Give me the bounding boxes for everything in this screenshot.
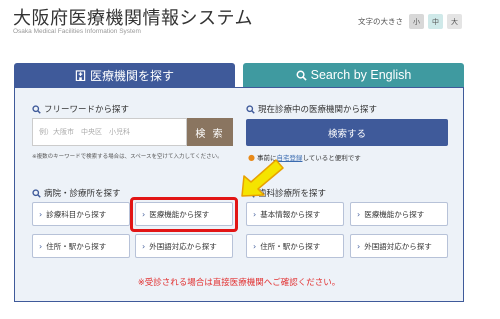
dental-by-address-button[interactable]: › 住所・駅から探す bbox=[246, 234, 344, 258]
font-size-small-button[interactable]: 小 bbox=[409, 14, 424, 29]
hospital-icon bbox=[75, 69, 86, 81]
freeword-search-button[interactable]: 検 索 bbox=[187, 118, 233, 146]
hospital-by-address-button[interactable]: › 住所・駅から探す bbox=[32, 234, 130, 258]
chevron-right-icon: › bbox=[39, 209, 43, 219]
chevron-right-icon: › bbox=[253, 241, 257, 251]
freeword-search-input[interactable]: 例）大阪市 中央区 小児科 bbox=[32, 118, 187, 146]
font-size-label: 文字の大きさ bbox=[358, 17, 403, 26]
search-icon bbox=[32, 188, 41, 198]
dental-by-language-button[interactable]: › 外国語対応から探す bbox=[350, 234, 448, 258]
highlight-box bbox=[130, 197, 238, 232]
font-size-medium-button[interactable]: 中 bbox=[428, 14, 443, 29]
font-size-large-button[interactable]: 大 bbox=[447, 14, 462, 29]
search-icon bbox=[296, 70, 307, 81]
tab-search-english-label: Search by English bbox=[310, 68, 412, 82]
freeword-section-title: フリーワードから探す bbox=[32, 103, 129, 115]
hospital-by-department-button[interactable]: › 診療科目から探す bbox=[32, 202, 130, 226]
tab-search-facilities[interactable]: 医療機関を探す bbox=[14, 63, 235, 87]
dental-by-function-button[interactable]: › 医療機能から探す bbox=[350, 202, 448, 226]
contact-warning: ※受診される場合は直接医療機関へご確認ください。 bbox=[137, 278, 341, 288]
current-open-section-title: 現在診療中の医療機関から探す bbox=[246, 103, 377, 115]
dental-by-basic-info-button[interactable]: › 基本情報から探す bbox=[246, 202, 344, 226]
site-subtitle: Osaka Medical Facilities Information Sys… bbox=[13, 28, 141, 35]
tab-search-english[interactable]: Search by English bbox=[243, 63, 464, 87]
search-icon bbox=[246, 104, 255, 114]
freeword-note: ※複数のキーワードで検索する場合は、スペースを空けて入力してください。 bbox=[32, 154, 223, 160]
search-icon bbox=[32, 104, 41, 114]
hospital-by-language-button[interactable]: › 外国語対応から探す bbox=[135, 234, 233, 258]
font-size-controls: 文字の大きさ 小 中 大 bbox=[358, 14, 462, 29]
chevron-right-icon: › bbox=[357, 241, 361, 251]
chevron-right-icon: › bbox=[357, 209, 361, 219]
arrow-icon bbox=[241, 159, 284, 197]
tab-search-facilities-label: 医療機関を探す bbox=[89, 68, 174, 83]
chevron-right-icon: › bbox=[253, 209, 257, 219]
chevron-right-icon: › bbox=[142, 241, 146, 251]
current-open-search-button[interactable]: 検索する bbox=[246, 119, 448, 146]
hospital-section-title: 病院・診療所を探す bbox=[32, 187, 121, 199]
site-title[interactable]: 大阪府医療機関情報システム bbox=[13, 4, 253, 30]
chevron-right-icon: › bbox=[39, 241, 43, 251]
